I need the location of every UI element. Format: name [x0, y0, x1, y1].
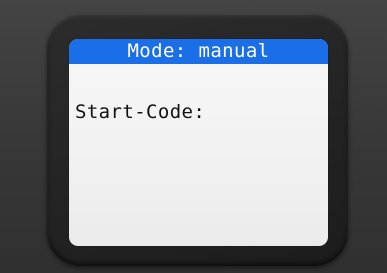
- lcd-screen: Mode: manual Start-Code:: [69, 39, 328, 246]
- mode-title-bar: Mode: manual: [69, 39, 328, 64]
- device-panel: Mode: manual Start-Code:: [0, 0, 387, 273]
- start-code-label: Start-Code:: [75, 101, 206, 123]
- mode-title: Mode: manual: [127, 40, 270, 62]
